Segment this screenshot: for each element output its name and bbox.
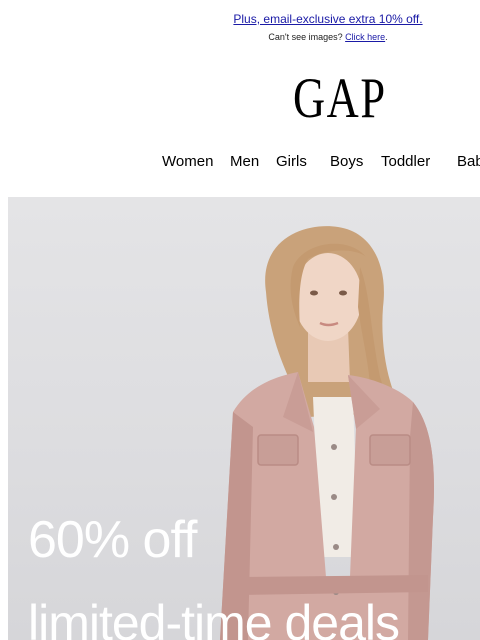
promo-link[interactable]: Plus, email-exclusive extra 10% off.	[233, 12, 422, 26]
hero-subheadline: limited-time deals	[28, 595, 400, 640]
nav-item-baby[interactable]: Baby	[457, 152, 480, 172]
period-text: .	[385, 32, 388, 42]
view-in-browser-line: Can't see images? Click here.	[0, 32, 480, 43]
gap-logo[interactable]: GAP	[293, 70, 385, 128]
nav-item-women[interactable]: Women	[162, 152, 213, 172]
nav-item-men[interactable]: Men	[230, 152, 259, 172]
category-nav: Women Men Girls Boys Toddler Baby	[0, 152, 480, 172]
preheader: Plus, email-exclusive extra 10% off. Can…	[0, 10, 480, 43]
nav-item-girls[interactable]: Girls	[276, 152, 307, 172]
nav-item-boys[interactable]: Boys	[330, 152, 363, 172]
hero-headline: 60% off	[28, 511, 197, 569]
hero-banner[interactable]: 60% off limited-time deals	[8, 197, 480, 640]
hero-model-image	[220, 226, 434, 640]
cant-see-images-text: Can't see images?	[268, 32, 343, 42]
nav-item-toddler[interactable]: Toddler	[381, 152, 430, 172]
click-here-link[interactable]: Click here	[345, 32, 385, 42]
